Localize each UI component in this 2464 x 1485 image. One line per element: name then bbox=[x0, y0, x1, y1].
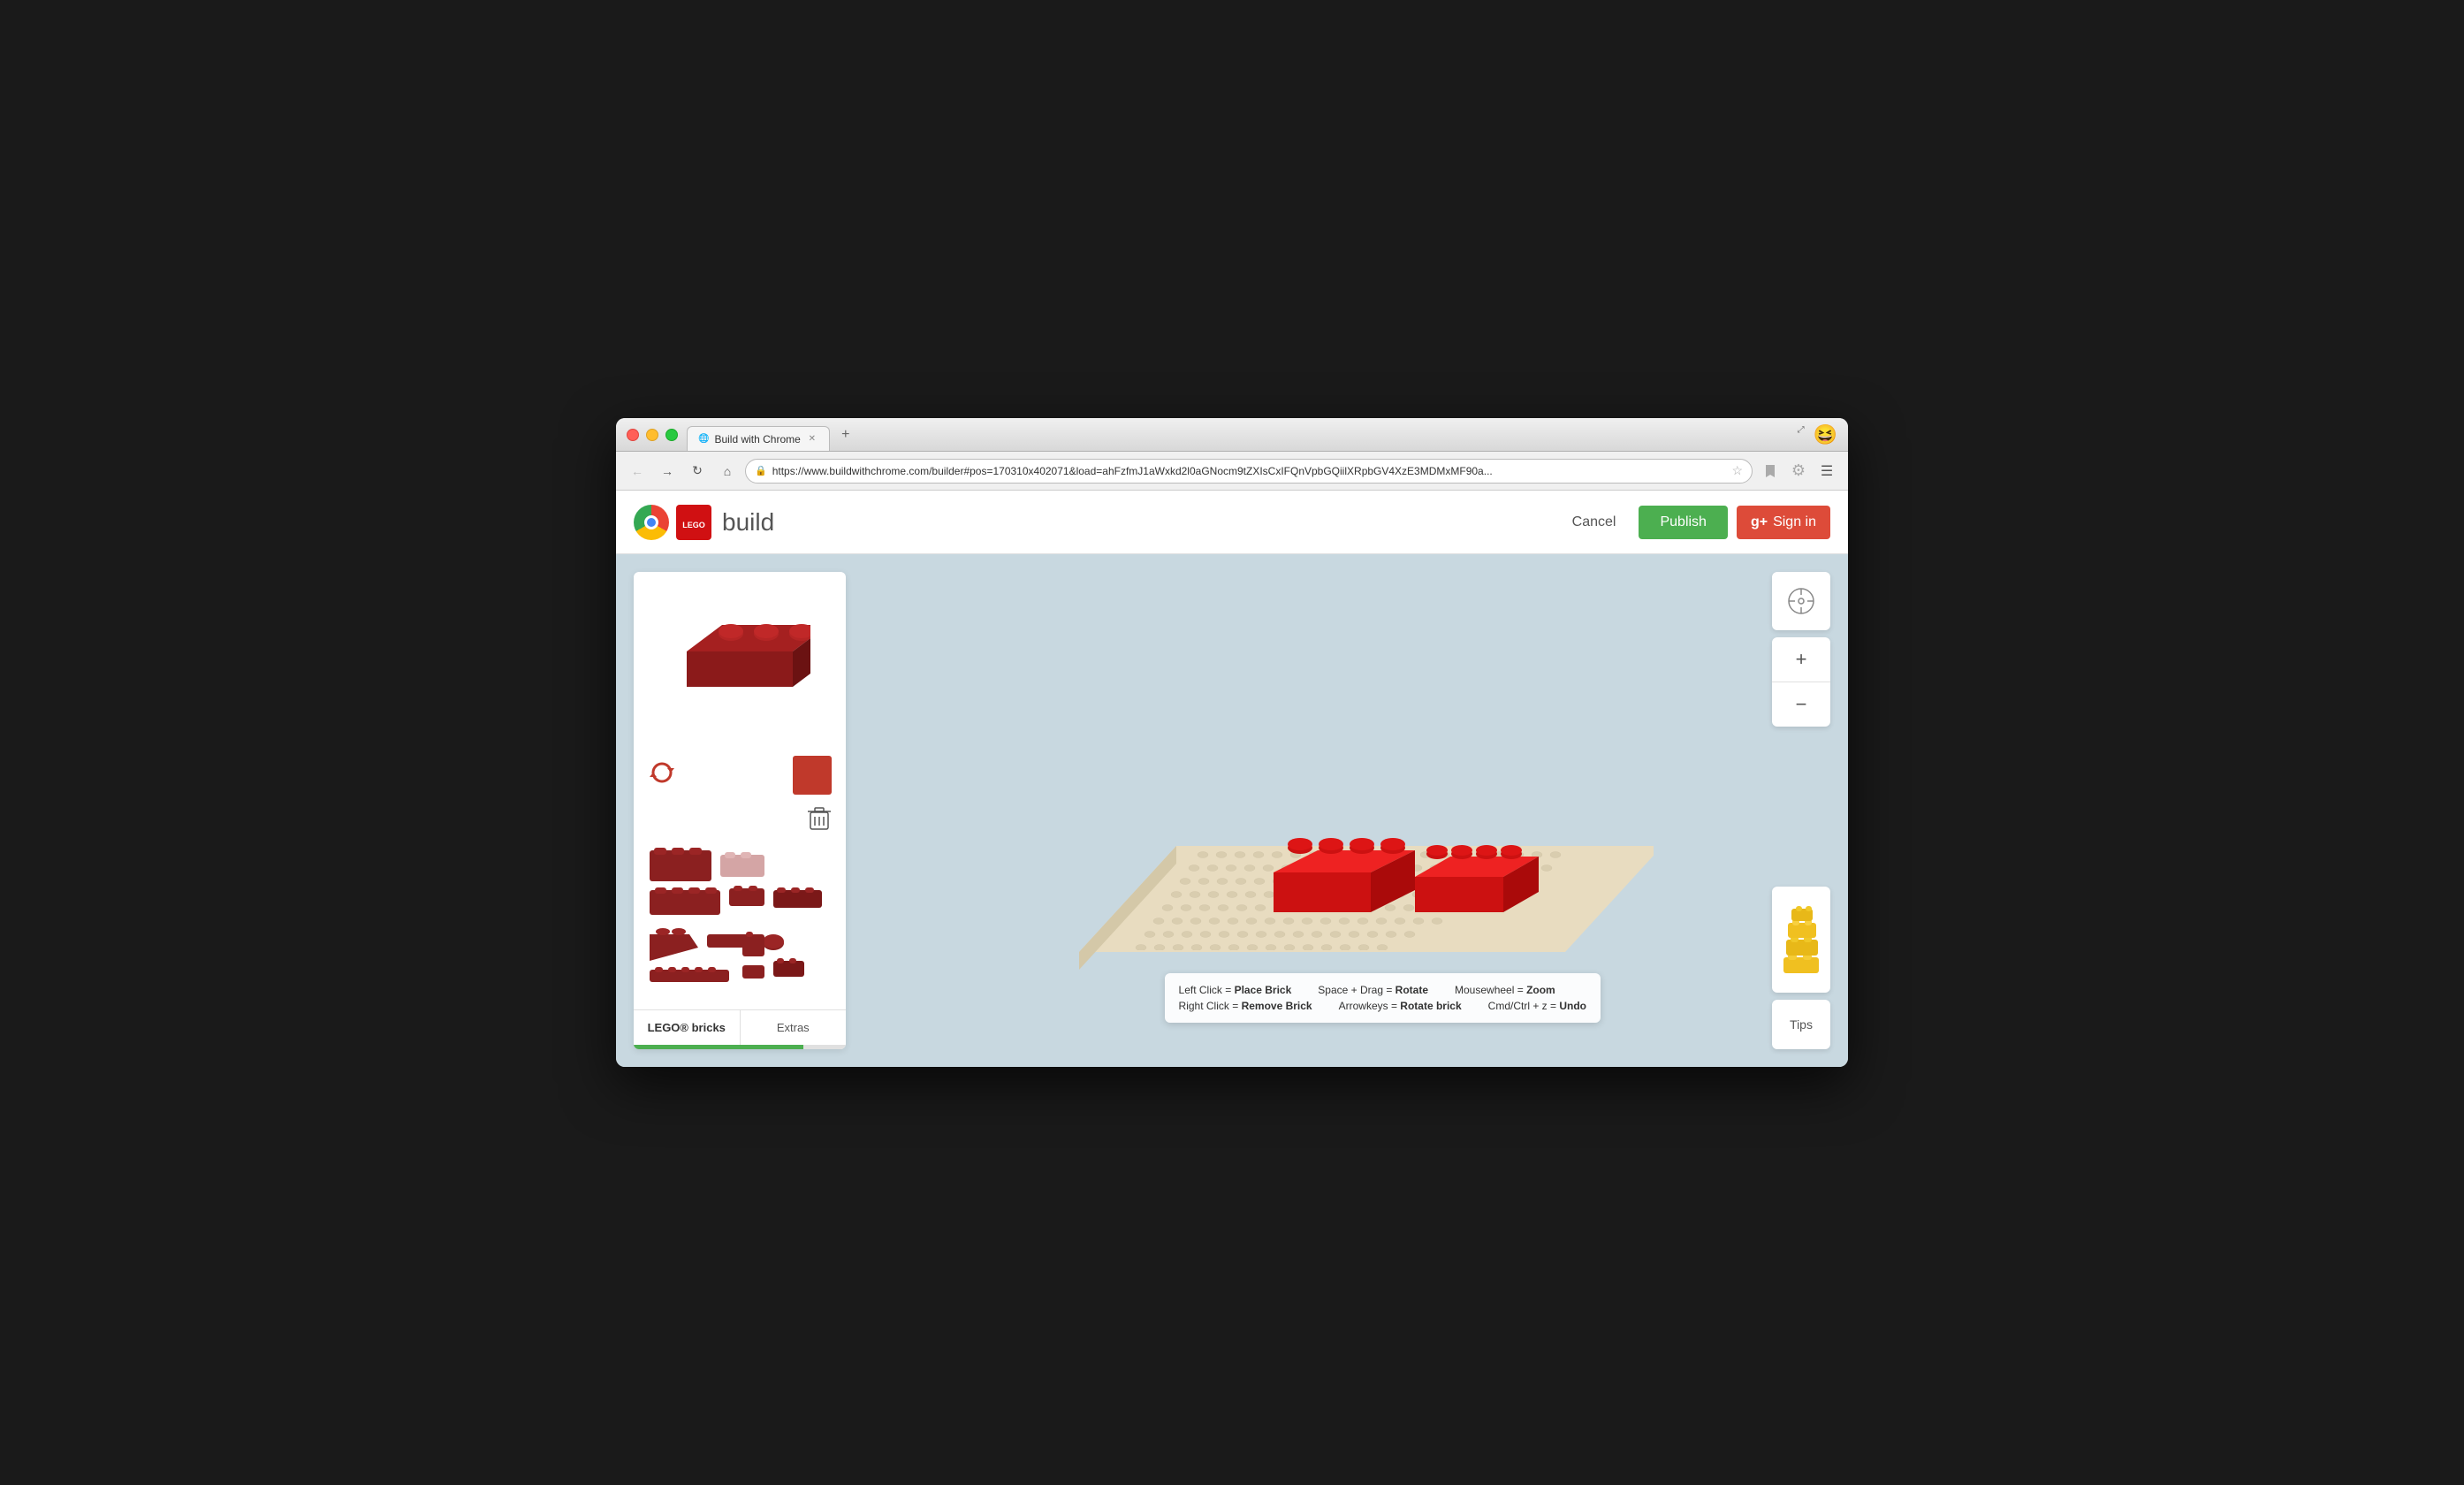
tab-label: Build with Chrome bbox=[714, 433, 800, 446]
lego-stack-button[interactable] bbox=[1772, 887, 1830, 993]
signin-label: Sign in bbox=[1773, 514, 1816, 530]
bookmark-star-icon[interactable]: ☆ bbox=[1731, 463, 1743, 478]
compass-button[interactable] bbox=[1772, 572, 1830, 630]
lego-bricks-tab[interactable]: LEGO® bricks bbox=[634, 1010, 740, 1045]
tip-arrowkeys: Arrowkeys = Rotate brick bbox=[1339, 1000, 1462, 1012]
progress-bar-container bbox=[634, 1045, 846, 1049]
zoom-in-button[interactable]: + bbox=[1772, 637, 1830, 682]
zoom-out-button[interactable]: − bbox=[1772, 682, 1830, 727]
extensions-button[interactable]: ⚙ bbox=[1786, 459, 1811, 484]
brick-controls bbox=[634, 749, 846, 802]
color-swatch[interactable] bbox=[793, 756, 832, 795]
tip-right-click: Right Click = Remove Brick bbox=[1179, 1000, 1312, 1012]
lock-icon: 🔒 bbox=[755, 465, 767, 476]
tip-mousewheel: Mousewheel = Zoom bbox=[1455, 984, 1555, 996]
app-header: LEGO build Cancel Publish g+ Sign in bbox=[616, 491, 1848, 554]
restore-icon[interactable]: ⤢ bbox=[1792, 423, 1810, 438]
lego-bricks-tab-label: LEGO® bricks bbox=[648, 1021, 726, 1034]
rotate-button[interactable] bbox=[648, 758, 676, 793]
builder-area[interactable]: Left Click = Place Brick Space + Drag = … bbox=[860, 572, 1758, 1049]
url-text: https://www.buildwithchrome.com/builder#… bbox=[772, 465, 1727, 477]
mac-window: 🌐 Build with Chrome ✕ + ⤢ 😆 ← → ↻ ⌂ 🔒 ht… bbox=[616, 418, 1848, 1067]
tab-close-button[interactable]: ✕ bbox=[806, 433, 818, 446]
right-sidebar: + − bbox=[1772, 572, 1830, 1049]
chrome-menu-button[interactable]: ☰ bbox=[1814, 459, 1839, 484]
tab-favicon: 🌐 bbox=[698, 434, 709, 444]
window-resize-controls: ⤢ 😆 bbox=[1792, 423, 1837, 446]
close-button[interactable] bbox=[627, 429, 639, 441]
3d-viewport[interactable]: Left Click = Place Brick Space + Drag = … bbox=[964, 598, 1654, 1023]
active-tab[interactable]: 🌐 Build with Chrome ✕ bbox=[687, 426, 830, 451]
publish-button[interactable]: Publish bbox=[1639, 506, 1727, 539]
extras-tab-label: Extras bbox=[777, 1021, 810, 1034]
minimize-button[interactable] bbox=[646, 429, 658, 441]
panel-tabs: LEGO® bricks Extras bbox=[634, 1009, 846, 1045]
brick-palette-svg[interactable] bbox=[641, 846, 835, 987]
gplus-icon: g+ bbox=[1751, 514, 1768, 530]
traffic-lights bbox=[627, 429, 678, 441]
sidebar-spacer bbox=[1772, 734, 1830, 880]
reload-button[interactable]: ↻ bbox=[685, 459, 710, 484]
main-content: LEGO® bricks Extras bbox=[616, 554, 1848, 1067]
header-actions: Cancel Publish g+ Sign in bbox=[1558, 506, 1830, 539]
brick-palette bbox=[634, 839, 846, 1009]
nav-right-buttons: ⚙ ☰ bbox=[1758, 459, 1839, 484]
main-brick-svg bbox=[669, 607, 810, 713]
tips-row-1: Left Click = Place Brick Space + Drag = … bbox=[1179, 984, 1586, 996]
tips-row-2: Right Click = Remove Brick Arrowkeys = R… bbox=[1179, 1000, 1586, 1012]
chrome-inner-circle bbox=[644, 515, 658, 529]
bookmark-button[interactable] bbox=[1758, 459, 1783, 484]
tips-button[interactable]: Tips bbox=[1772, 1000, 1830, 1049]
tips-button-label: Tips bbox=[1790, 1017, 1813, 1032]
brick-preview-area bbox=[634, 572, 846, 749]
svg-text:LEGO: LEGO bbox=[682, 521, 705, 529]
delete-button[interactable] bbox=[634, 802, 846, 839]
baseplate-svg bbox=[964, 598, 1654, 1023]
chrome-logo bbox=[634, 505, 669, 540]
progress-bar bbox=[634, 1045, 803, 1049]
tab-bar: 🌐 Build with Chrome ✕ + bbox=[687, 418, 858, 451]
tip-undo: Cmd/Ctrl + z = Undo bbox=[1488, 1000, 1586, 1012]
tip-left-click: Left Click = Place Brick bbox=[1179, 984, 1292, 996]
extras-tab[interactable]: Extras bbox=[741, 1010, 847, 1045]
tips-panel: Left Click = Place Brick Space + Drag = … bbox=[1165, 973, 1601, 1023]
emoji-decoration: 😆 bbox=[1814, 423, 1837, 446]
left-panel: LEGO® bricks Extras bbox=[634, 572, 846, 1049]
tip-space-drag: Space + Drag = Rotate bbox=[1318, 984, 1428, 996]
app-title: build bbox=[722, 508, 774, 537]
signin-button[interactable]: g+ Sign in bbox=[1737, 506, 1830, 539]
app-logo: LEGO build bbox=[634, 505, 774, 540]
lego-logo: LEGO bbox=[676, 505, 711, 540]
zoom-controls: + − bbox=[1772, 637, 1830, 727]
cancel-button[interactable]: Cancel bbox=[1558, 507, 1631, 537]
title-bar: 🌐 Build with Chrome ✕ + ⤢ 😆 bbox=[616, 418, 1848, 452]
address-bar[interactable]: 🔒 https://www.buildwithchrome.com/builde… bbox=[745, 459, 1753, 484]
back-button[interactable]: ← bbox=[625, 459, 650, 484]
nav-bar: ← → ↻ ⌂ 🔒 https://www.buildwithchrome.co… bbox=[616, 452, 1848, 491]
home-button[interactable]: ⌂ bbox=[715, 459, 740, 484]
forward-button[interactable]: → bbox=[655, 459, 680, 484]
maximize-button[interactable] bbox=[665, 429, 678, 441]
new-tab-button[interactable]: + bbox=[833, 425, 858, 445]
